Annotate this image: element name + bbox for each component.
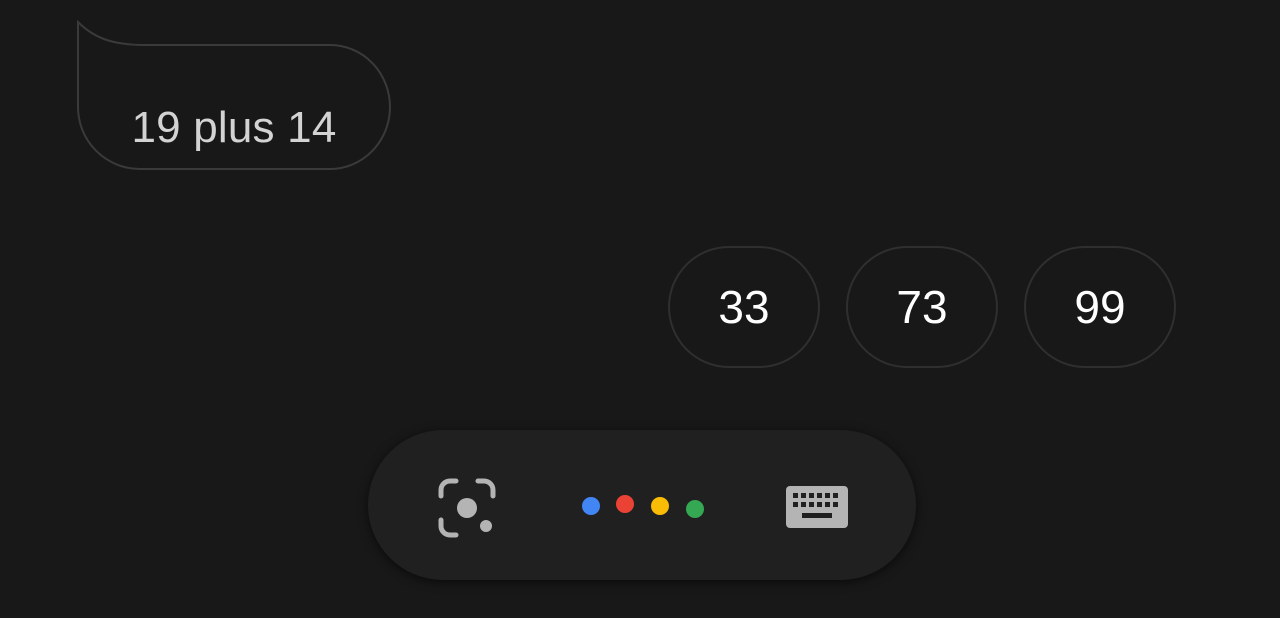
suggestion-chip-73[interactable]: 73 <box>846 246 998 368</box>
red-dot-icon <box>616 495 634 513</box>
green-dot-icon <box>686 500 704 518</box>
assistant-dots-button[interactable] <box>576 490 712 526</box>
lens-icon <box>438 478 496 538</box>
blue-dot-icon <box>582 497 600 515</box>
keyboard-icon <box>786 486 848 528</box>
suggestion-chips: 33 73 99 <box>668 246 1176 368</box>
lens-button[interactable] <box>432 474 502 544</box>
user-query-text: 19 plus 14 <box>131 103 337 152</box>
assistant-screen: 19 plus 14 33 73 99 <box>0 0 1280 618</box>
user-query-bubble: 19 plus 14 <box>76 20 392 172</box>
keyboard-button[interactable] <box>782 482 852 534</box>
suggestion-chip-33[interactable]: 33 <box>668 246 820 368</box>
suggestion-chip-99[interactable]: 99 <box>1024 246 1176 368</box>
yellow-dot-icon <box>651 497 669 515</box>
